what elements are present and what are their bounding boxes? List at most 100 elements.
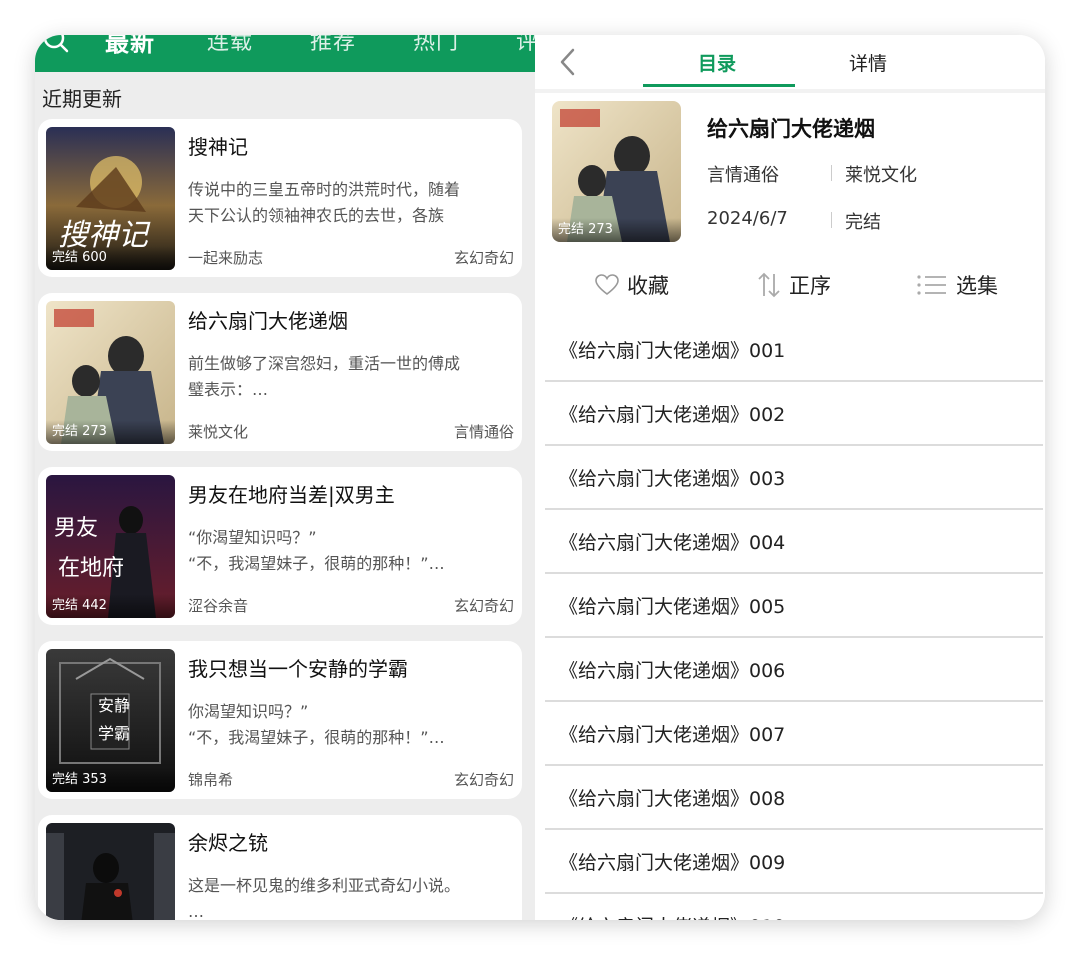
chapter-title: 《给六扇门大佬递烟》001: [559, 340, 786, 362]
svg-text:学霸: 学霸: [98, 724, 130, 743]
book-card[interactable]: 余烬之铳 这是一杯见鬼的维多利亚式奇幻小说。 …: [38, 815, 522, 920]
list-icon: [917, 275, 946, 295]
search-icon[interactable]: [43, 35, 69, 53]
app-frame: 最新 连载 推荐 热门 评 近期更新 搜神记 完结 600 搜神记 传说中的三皇: [35, 35, 1045, 920]
book-genre: 玄幻奇幻: [453, 597, 514, 615]
detail-header: 目录 详情: [535, 35, 1045, 89]
tab-hot[interactable]: 热门: [413, 35, 459, 57]
episode-badge: 完结 273: [552, 218, 681, 242]
sort-order-button[interactable]: 正序: [757, 270, 831, 300]
book-cover: 男友 在地府 完结 442: [46, 475, 175, 618]
favorite-label: 收藏: [627, 274, 669, 298]
book-author: 莱悦文化: [188, 423, 249, 441]
heart-icon: [595, 274, 619, 296]
book-cover: [46, 823, 175, 920]
desc-line: 前生做够了深宫怨妇，重活一世的傅成: [188, 354, 461, 373]
svg-text:男友: 男友: [54, 516, 98, 541]
book-title: 余烬之铳: [188, 831, 268, 855]
chapter-item[interactable]: 《给六扇门大佬递烟》003: [545, 446, 1043, 510]
desc-line: 这是一杯见鬼的维多利亚式奇幻小说。: [188, 876, 461, 895]
detail-status: 完结: [845, 212, 881, 233]
book-author: 锦帛希: [188, 771, 234, 789]
top-category-bar: 最新 连载 推荐 热门 评: [35, 35, 535, 72]
book-description: 传说中的三皇五帝时的洪荒时代，随着 天下公认的领袖神农氏的去世，各族: [188, 177, 513, 229]
detail-title: 给六扇门大佬递烟: [707, 117, 875, 141]
active-tab-indicator: [643, 84, 795, 87]
book-author: 一起来励志: [188, 249, 264, 267]
book-description: 前生做够了深宫怨妇，重活一世的傅成 璧表示：…: [188, 351, 513, 403]
chapter-title: 《给六扇门大佬递烟》004: [559, 532, 786, 554]
book-title: 给六扇门大佬递烟: [188, 309, 348, 333]
tab-latest[interactable]: 最新: [105, 35, 155, 57]
desc-line: 传说中的三皇五帝时的洪荒时代，随着: [188, 180, 461, 199]
book-detail-pane: 目录 详情 完结 273 给六扇门大佬递烟 言情通俗 莱悦文化 2024/6/7…: [535, 35, 1045, 920]
book-cover: 搜神记 完结 600: [46, 127, 175, 270]
chapter-item[interactable]: 《给六扇门大佬递烟》009: [545, 830, 1043, 894]
book-description: 这是一杯见鬼的维多利亚式奇幻小说。 …: [188, 873, 513, 920]
select-episode-button[interactable]: 选集: [916, 270, 998, 300]
desc-line: …: [188, 902, 204, 920]
tab-details[interactable]: 详情: [849, 49, 887, 76]
tab-recommend[interactable]: 推荐: [310, 35, 356, 57]
book-description: “你渴望知识吗？” “不，我渴望妹子，很萌的那种！”…: [188, 525, 513, 577]
episode-badge: 完结 353: [46, 768, 175, 792]
book-genre: 玄幻奇幻: [453, 249, 514, 267]
divider: [831, 212, 832, 228]
chapter-title: 《给六扇门大佬递烟》005: [559, 596, 786, 618]
detail-date: 2024/6/7: [707, 208, 788, 229]
detail-publisher: 莱悦文化: [845, 165, 917, 186]
book-title: 我只想当一个安静的学霸: [188, 657, 408, 681]
chapter-title: 《给六扇门大佬递烟》006: [559, 660, 786, 682]
desc-line: 你渴望知识吗？”: [188, 702, 309, 721]
chapter-item[interactable]: 《给六扇门大佬递烟》001: [545, 318, 1043, 382]
detail-genre: 言情通俗: [707, 165, 779, 186]
tab-serial[interactable]: 连载: [207, 35, 253, 57]
divider: [535, 89, 1045, 93]
chapter-item[interactable]: 《给六扇门大佬递烟》010: [545, 894, 1043, 920]
chapter-title: 《给六扇门大佬递烟》007: [559, 724, 786, 746]
chapter-title: 《给六扇门大佬递烟》009: [559, 852, 786, 874]
book-list-pane: 最新 连载 推荐 热门 评 近期更新 搜神记 完结 600 搜神记 传说中的三皇: [35, 35, 535, 920]
desc-line: 天下公认的领袖神农氏的去世，各族: [188, 206, 445, 225]
select-episode-label: 选集: [956, 274, 998, 298]
book-title: 搜神记: [188, 135, 248, 159]
episode-badge: 完结 442: [46, 594, 175, 618]
chapter-title: 《给六扇门大佬递烟》003: [559, 468, 786, 490]
chapter-title: 《给六扇门大佬递烟》010: [559, 912, 785, 920]
chapter-item[interactable]: 《给六扇门大佬递烟》002: [545, 382, 1043, 446]
chapter-item[interactable]: 《给六扇门大佬递烟》004: [545, 510, 1043, 574]
book-author: 涩谷余音: [188, 597, 249, 615]
divider: [831, 165, 832, 181]
sort-order-label: 正序: [789, 274, 831, 298]
book-genre: 言情通俗: [453, 423, 514, 441]
book-card[interactable]: 安静 学霸 完结 353 我只想当一个安静的学霸 你渴望知识吗？” “不，我渴望…: [38, 641, 522, 799]
book-description: 你渴望知识吗？” “不，我渴望妹子，很萌的那种！”…: [188, 699, 513, 751]
desc-line: “不，我渴望妹子，很萌的那种！”…: [188, 728, 445, 747]
desc-line: 璧表示：…: [188, 380, 269, 399]
book-genre: 玄幻奇幻: [453, 771, 514, 789]
favorite-button[interactable]: 收藏: [595, 270, 669, 300]
episode-badge: 完结 273: [46, 420, 175, 444]
book-title: 男友在地府当差|双男主: [188, 483, 395, 507]
detail-book-cover: 完结 273: [552, 101, 681, 242]
book-cover: 完结 273: [46, 301, 175, 444]
book-card[interactable]: 完结 273 给六扇门大佬递烟 前生做够了深宫怨妇，重活一世的傅成 璧表示：… …: [38, 293, 522, 451]
back-arrow-icon[interactable]: [557, 47, 579, 77]
chapter-title: 《给六扇门大佬递烟》008: [559, 788, 786, 810]
chapter-item[interactable]: 《给六扇门大佬递烟》007: [545, 702, 1043, 766]
book-card[interactable]: 男友 在地府 完结 442 男友在地府当差|双男主 “你渴望知识吗？” “不，我…: [38, 467, 522, 625]
chapter-item[interactable]: 《给六扇门大佬递烟》006: [545, 638, 1043, 702]
tab-catalog[interactable]: 目录: [698, 49, 736, 76]
chapter-title: 《给六扇门大佬递烟》002: [559, 404, 786, 426]
sort-arrows-icon: [758, 272, 780, 298]
svg-text:安静: 安静: [98, 696, 130, 715]
chapter-item[interactable]: 《给六扇门大佬递烟》005: [545, 574, 1043, 638]
book-cover: 安静 学霸 完结 353: [46, 649, 175, 792]
desc-line: “不，我渴望妹子，很萌的那种！”…: [188, 554, 445, 573]
tab-review[interactable]: 评: [516, 35, 535, 57]
episode-badge: 完结 600: [46, 246, 175, 270]
chapter-item[interactable]: 《给六扇门大佬递烟》008: [545, 766, 1043, 830]
book-card[interactable]: 搜神记 完结 600 搜神记 传说中的三皇五帝时的洪荒时代，随着 天下公认的领袖…: [38, 119, 522, 277]
svg-text:在地府: 在地府: [58, 556, 124, 581]
desc-line: “你渴望知识吗？”: [188, 528, 317, 547]
